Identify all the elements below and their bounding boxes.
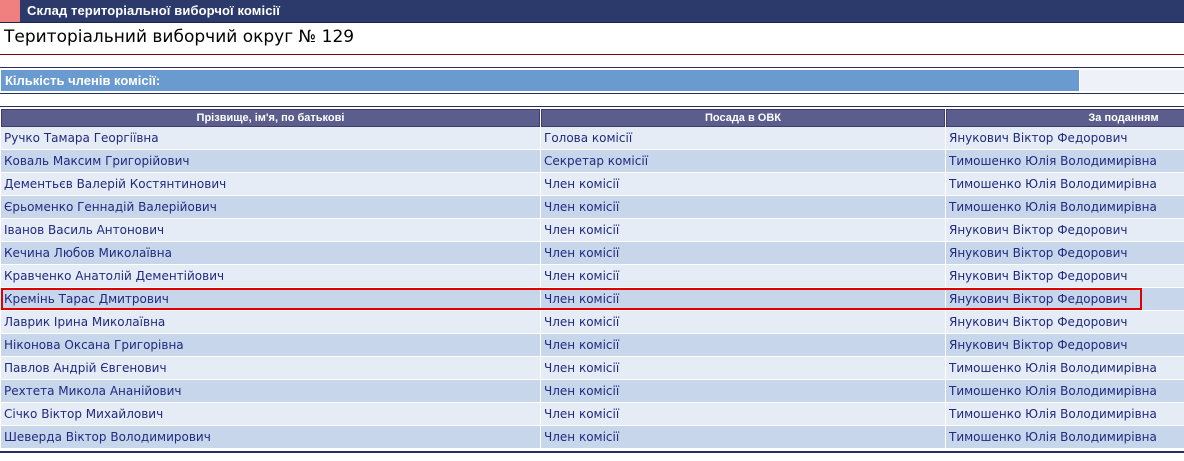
table-bottom-rule <box>0 451 1184 453</box>
member-nominated-by-cell: Янукович Віктор Федорович <box>946 265 1184 288</box>
member-nominated-by-cell: Тимошенко Юлія Володимирівна <box>946 196 1184 219</box>
member-nominated-by-cell: Янукович Віктор Федорович <box>946 127 1184 150</box>
member-count-bar: Кількість членів комісії: <box>1 70 1079 91</box>
table-row: Дементьєв Валерій Костянтинович Член комі… <box>1 173 1184 196</box>
member-nominated-by-cell: Янукович Віктор Федорович <box>946 311 1184 334</box>
member-position-cell: Член комісії <box>541 219 945 242</box>
table-row: Рехтета Микола Ананійович Член комісії Тим… <box>1 380 1184 403</box>
table-row: Кремінь Тарас Дмитрович Член комісії Януко… <box>1 288 1184 311</box>
column-header-position[interactable]: Посада в ОВК <box>541 109 945 127</box>
table-row: Січко Віктор Михайлович Член комісії Тимош… <box>1 403 1184 426</box>
section-header-bar: Склад територіальної виборчої комісії <box>0 0 1184 23</box>
member-name-cell: Ручко Тамара Георгіївна <box>1 127 540 150</box>
divider-table-top <box>0 106 1184 107</box>
member-position-cell: Член комісії <box>541 403 945 426</box>
member-nominated-by-cell: Янукович Віктор Федорович <box>946 334 1184 357</box>
member-position-cell: Член комісії <box>541 380 945 403</box>
table-row: Єрьоменко Геннадій Валерійович Член коміс… <box>1 196 1184 219</box>
members-table-body: Ручко Тамара Георгіївна Голова комісії Яну… <box>1 127 1184 449</box>
members-table: Прізвище, ім'я, по батькові Посада в ОВК… <box>1 109 1184 449</box>
member-name-cell: Коваль Максим Григорійович <box>1 150 540 173</box>
divider-top <box>0 67 1184 68</box>
member-nominated-by-cell: Янукович Віктор Федорович <box>946 242 1184 265</box>
member-name-cell: Ніконова Оксана Григорівна <box>1 334 540 357</box>
title-divider <box>0 54 1184 55</box>
table-header-row: Прізвище, ім'я, по батькові Посада в ОВК… <box>1 109 1184 127</box>
member-name-cell: Дементьєв Валерій Костянтинович <box>1 173 540 196</box>
table-row: Кравченко Анатолій Дементійович Член комі… <box>1 265 1184 288</box>
member-nominated-by-cell: Тимошенко Юлія Володимирівна <box>946 150 1184 173</box>
member-name-cell: Кечина Любов Миколаївна <box>1 242 540 265</box>
member-nominated-by-cell: Янукович Віктор Федорович <box>946 288 1184 311</box>
member-nominated-by-cell: Тимошенко Юлія Володимирівна <box>946 380 1184 403</box>
member-position-cell: Член комісії <box>541 196 945 219</box>
member-name-cell: Єрьоменко Геннадій Валерійович <box>1 196 540 219</box>
member-count-value <box>1080 70 1184 91</box>
member-position-cell: Член комісії <box>541 288 945 311</box>
members-table-container: Прізвище, ім'я, по батькові Посада в ОВК… <box>1 109 1184 450</box>
member-name-cell: Лаврик Ірина Миколаївна <box>1 311 540 334</box>
table-row: Лаврик Ірина Миколаївна Член комісії Януко… <box>1 311 1184 334</box>
member-name-cell: Січко Віктор Михайлович <box>1 403 540 426</box>
member-position-cell: Член комісії <box>541 242 945 265</box>
member-position-cell: Член комісії <box>541 265 945 288</box>
member-name-cell: Рехтета Микола Ананійович <box>1 380 540 403</box>
table-row: Шеверда Віктор Володимирович Член комісії… <box>1 426 1184 449</box>
section-title: Склад територіальної виборчої комісії <box>27 3 281 18</box>
member-position-cell: Член комісії <box>541 334 945 357</box>
member-nominated-by-cell: Тимошенко Юлія Володимирівна <box>946 403 1184 426</box>
table-row: Ручко Тамара Георгіївна Голова комісії Яну… <box>1 127 1184 150</box>
member-name-cell: Павлов Андрій Євгенович <box>1 357 540 380</box>
table-row: Павлов Андрій Євгенович Член комісії Тимош… <box>1 357 1184 380</box>
member-nominated-by-cell: Тимошенко Юлія Володимирівна <box>946 426 1184 449</box>
member-position-cell: Член комісії <box>541 426 945 449</box>
member-name-cell: Кремінь Тарас Дмитрович <box>1 288 540 311</box>
column-header-nominated-by[interactable]: За поданням <box>946 109 1184 127</box>
member-name-cell: Шеверда Віктор Володимирович <box>1 426 540 449</box>
member-position-cell: Член комісії <box>541 357 945 380</box>
member-name-cell: Кравченко Анатолій Дементійович <box>1 265 540 288</box>
district-title: Територіальний виборчий округ № 129 <box>4 27 355 47</box>
header-accent-block <box>0 0 20 22</box>
column-header-name[interactable]: Прізвище, ім'я, по батькові <box>1 109 540 127</box>
member-position-cell: Член комісії <box>541 173 945 196</box>
table-row: Кечина Любов Миколаївна Член комісії Януко… <box>1 242 1184 265</box>
member-nominated-by-cell: Тимошенко Юлія Володимирівна <box>946 357 1184 380</box>
member-name-cell: Іванов Василь Антонович <box>1 219 540 242</box>
member-position-cell: Голова комісії <box>541 127 945 150</box>
member-nominated-by-cell: Янукович Віктор Федорович <box>946 219 1184 242</box>
member-count-label: Кількість членів комісії: <box>5 73 161 88</box>
member-position-cell: Секретар комісії <box>541 150 945 173</box>
table-row: Іванов Василь Антонович Член комісії Януко… <box>1 219 1184 242</box>
table-row: Ніконова Оксана Григорівна Член комісії Ян… <box>1 334 1184 357</box>
member-position-cell: Член комісії <box>541 311 945 334</box>
table-row: Коваль Максим Григорійович Секретар коміс… <box>1 150 1184 173</box>
member-nominated-by-cell: Тимошенко Юлія Володимирівна <box>946 173 1184 196</box>
divider-count-bottom <box>0 93 1184 94</box>
